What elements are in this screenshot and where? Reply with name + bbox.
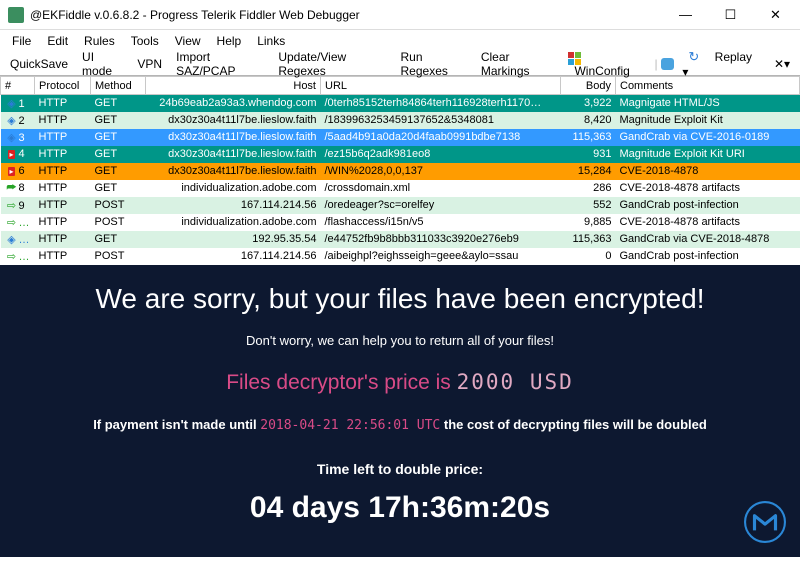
regex-button[interactable]: Update/View Regexes bbox=[272, 48, 392, 80]
winconfig-icon bbox=[568, 50, 582, 64]
run-regex-button[interactable]: Run Regexes bbox=[395, 48, 473, 80]
ransom-warning: If payment isn't made until 2018-04-21 2… bbox=[10, 417, 790, 433]
col-num[interactable]: # bbox=[1, 77, 35, 95]
table-row[interactable]: ◈3HTTPGETdx30z30a4t11l7be.lieslow.faith/… bbox=[1, 129, 800, 146]
replay-icon: ↻ bbox=[682, 47, 705, 66]
quicksave-button[interactable]: QuickSave bbox=[4, 55, 74, 73]
malwarebytes-icon bbox=[744, 501, 786, 543]
ransom-subtitle: Don't worry, we can help you to return a… bbox=[10, 333, 790, 348]
table-row[interactable]: ⇨13HTTPPOST167.114.214.56/aibeighpl?eigh… bbox=[1, 248, 800, 265]
table-row[interactable]: ⮫8HTTPGETindividualization.adobe.com/cro… bbox=[1, 180, 800, 197]
minimize-button[interactable]: — bbox=[663, 1, 708, 29]
toolbar: QuickSave UI mode VPN Import SAZ/PCAP Up… bbox=[0, 52, 800, 76]
window-title: @EKFiddle v.0.6.8.2 - Progress Telerik F… bbox=[30, 8, 663, 22]
table-row[interactable]: ▸6HTTPGETdx30z30a4t11l7be.lieslow.faith/… bbox=[1, 163, 800, 180]
comment-icon[interactable] bbox=[661, 58, 675, 70]
col-method[interactable]: Method bbox=[91, 77, 146, 95]
clear-button[interactable]: Clear Markings bbox=[475, 48, 561, 80]
ransom-note: We are sorry, but your files have been e… bbox=[0, 265, 800, 557]
table-row[interactable]: ◈2HTTPGETdx30z30a4t11l7be.lieslow.faith/… bbox=[1, 112, 800, 129]
close-button[interactable]: ✕ bbox=[753, 1, 798, 29]
app-icon bbox=[8, 7, 24, 23]
table-row[interactable]: ◈12HTTPGET192.95.35.54/e44752fb9b8bbb311… bbox=[1, 231, 800, 248]
vpn-button[interactable]: VPN bbox=[131, 55, 168, 73]
sessions-table: # Protocol Method Host URL Body Comments… bbox=[0, 76, 800, 265]
replay-button[interactable]: ↻ Replay ▾ bbox=[676, 47, 766, 81]
table-row[interactable]: ⇨10HTTPPOSTindividualization.adobe.com/f… bbox=[1, 214, 800, 231]
table-row[interactable]: ◈1HTTPGET24b69eab2a93a3.whendog.com/0ter… bbox=[1, 95, 800, 112]
ransom-timeleft-label: Time left to double price: bbox=[10, 461, 790, 477]
title-bar: @EKFiddle v.0.6.8.2 - Progress Telerik F… bbox=[0, 0, 800, 30]
ransom-heading: We are sorry, but your files have been e… bbox=[10, 283, 790, 315]
maximize-button[interactable]: ☐ bbox=[708, 1, 753, 29]
menu-file[interactable]: File bbox=[4, 32, 39, 50]
uimode-button[interactable]: UI mode bbox=[76, 48, 129, 80]
ransom-countdown: 04 days 17h:36m:20s bbox=[10, 491, 790, 525]
import-button[interactable]: Import SAZ/PCAP bbox=[170, 48, 270, 80]
separator: | bbox=[653, 57, 658, 71]
table-row[interactable]: ⇨9HTTPPOST167.114.214.56/oredeager?sc=or… bbox=[1, 197, 800, 214]
winconfig-button[interactable]: WinConfig bbox=[562, 47, 651, 80]
remove-button[interactable]: ✕▾ bbox=[768, 55, 796, 73]
ransom-price: Files decryptor's price is 2000 USD bbox=[10, 370, 790, 395]
menu-edit[interactable]: Edit bbox=[39, 32, 76, 50]
table-row[interactable]: ▸4HTTPGETdx30z30a4t11l7be.lieslow.faith/… bbox=[1, 146, 800, 163]
